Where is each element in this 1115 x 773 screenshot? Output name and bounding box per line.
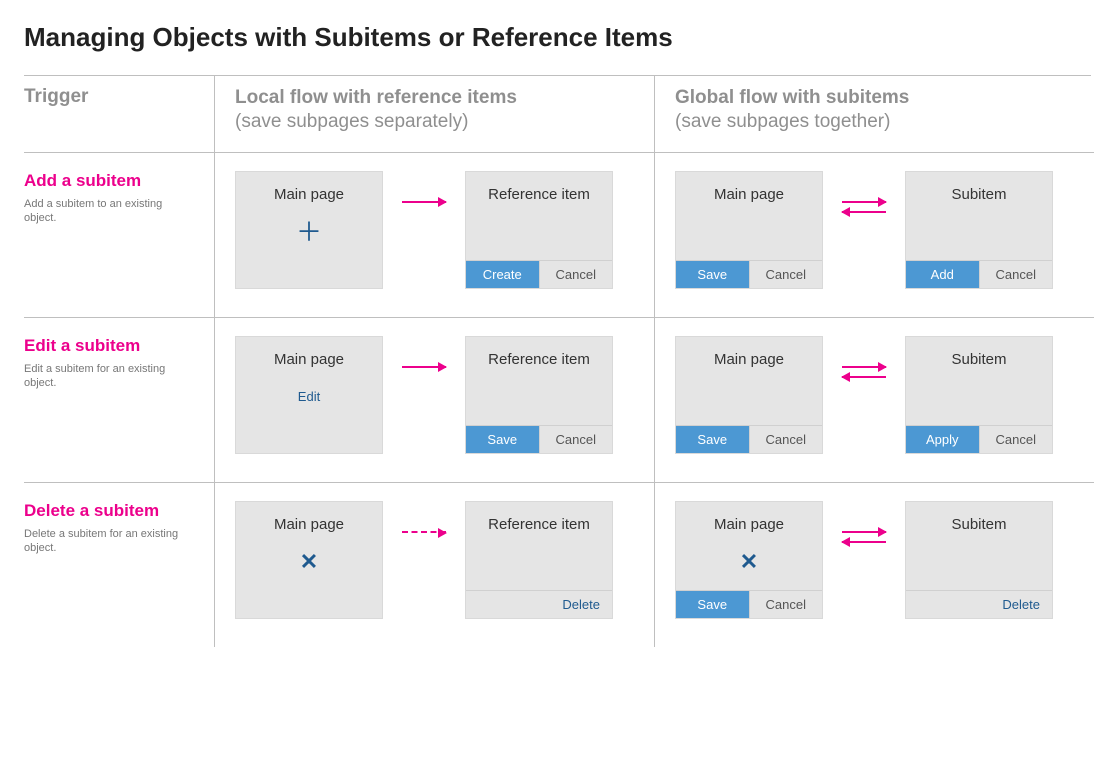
global-delete-cell: Main page ✕ Save Cancel Subitem Delete bbox=[654, 482, 1094, 647]
trigger-edit: Edit a subitem Edit a subitem for an exi… bbox=[24, 317, 214, 482]
card-subitem: Subitem Add Cancel bbox=[905, 171, 1053, 289]
close-icon[interactable]: ✕ bbox=[740, 551, 758, 573]
card-main-page: Main page ✕ bbox=[235, 501, 383, 619]
trigger-edit-desc: Edit a subitem for an existing object. bbox=[24, 362, 194, 392]
trigger-delete-desc: Delete a subitem for an existing object. bbox=[24, 527, 194, 557]
card-title: Main page bbox=[676, 172, 822, 204]
arrow-right-icon bbox=[402, 366, 446, 368]
col-header-local-title: Local flow with reference items bbox=[235, 87, 517, 108]
trigger-add-desc: Add a subitem to an existing object. bbox=[24, 197, 194, 227]
trigger-add: Add a subitem Add a subitem to an existi… bbox=[24, 152, 214, 317]
arrow-right bbox=[395, 171, 453, 203]
card-title: Reference item bbox=[466, 502, 612, 534]
arrow-right-icon bbox=[842, 201, 886, 203]
arrow-left-icon bbox=[842, 376, 886, 378]
save-button[interactable]: Save bbox=[676, 426, 749, 453]
arrow-bidirectional bbox=[835, 501, 893, 543]
plus-icon[interactable]: ＋ bbox=[296, 219, 322, 245]
card-reference-item: Reference item Delete bbox=[465, 501, 613, 619]
card-main-page: Main page Save Cancel bbox=[675, 336, 823, 454]
card-title: Subitem bbox=[906, 502, 1052, 534]
col-header-global: Global flow with subitems (save subpages… bbox=[654, 76, 1094, 152]
card-title: Subitem bbox=[906, 337, 1052, 369]
cancel-button[interactable]: Cancel bbox=[979, 426, 1053, 453]
col-header-global-title: Global flow with subitems bbox=[675, 87, 909, 108]
col-header-global-sub: (save subpages together) bbox=[675, 110, 1074, 134]
comparison-grid: Trigger Local flow with reference items … bbox=[24, 75, 1091, 647]
card-main-page: Main page Edit bbox=[235, 336, 383, 454]
card-main-page: Main page ＋ bbox=[235, 171, 383, 289]
cancel-button[interactable]: Cancel bbox=[979, 261, 1053, 288]
save-button[interactable]: Save bbox=[676, 261, 749, 288]
card-subitem: Subitem Delete bbox=[905, 501, 1053, 619]
card-title: Subitem bbox=[906, 172, 1052, 204]
global-add-cell: Main page Save Cancel Subitem Add Cancel bbox=[654, 152, 1094, 317]
card-title: Main page bbox=[676, 337, 822, 369]
trigger-edit-title: Edit a subitem bbox=[24, 336, 208, 356]
trigger-delete-title: Delete a subitem bbox=[24, 501, 208, 521]
card-title: Main page bbox=[676, 502, 822, 534]
trigger-delete: Delete a subitem Delete a subitem for an… bbox=[24, 482, 214, 647]
arrow-right bbox=[395, 336, 453, 368]
cancel-button[interactable]: Cancel bbox=[749, 426, 823, 453]
arrow-right-dashed-icon bbox=[402, 531, 446, 533]
card-title: Main page bbox=[236, 172, 382, 204]
arrow-right-icon bbox=[842, 531, 886, 533]
arrow-left-icon bbox=[842, 541, 886, 543]
cancel-button[interactable]: Cancel bbox=[539, 261, 613, 288]
arrow-bidirectional bbox=[835, 171, 893, 213]
cancel-button[interactable]: Cancel bbox=[749, 591, 823, 618]
cancel-button[interactable]: Cancel bbox=[749, 261, 823, 288]
card-title: Main page bbox=[236, 337, 382, 369]
arrow-right-dashed bbox=[395, 501, 453, 533]
col-header-trigger: Trigger bbox=[24, 76, 214, 152]
trigger-add-title: Add a subitem bbox=[24, 171, 208, 191]
card-main-page: Main page Save Cancel bbox=[675, 171, 823, 289]
global-edit-cell: Main page Save Cancel Subitem Apply Canc… bbox=[654, 317, 1094, 482]
card-title: Reference item bbox=[466, 337, 612, 369]
arrow-left-icon bbox=[842, 211, 886, 213]
save-button[interactable]: Save bbox=[676, 591, 749, 618]
local-delete-cell: Main page ✕ Reference item Delete bbox=[214, 482, 654, 647]
card-subitem: Subitem Apply Cancel bbox=[905, 336, 1053, 454]
local-edit-cell: Main page Edit Reference item Save Cance… bbox=[214, 317, 654, 482]
apply-button[interactable]: Apply bbox=[906, 426, 979, 453]
col-header-local-sub: (save subpages separately) bbox=[235, 110, 634, 134]
add-button[interactable]: Add bbox=[906, 261, 979, 288]
local-add-cell: Main page ＋ Reference item Create Cancel bbox=[214, 152, 654, 317]
col-header-local: Local flow with reference items (save su… bbox=[214, 76, 654, 152]
save-button[interactable]: Save bbox=[466, 426, 539, 453]
card-main-page: Main page ✕ Save Cancel bbox=[675, 501, 823, 619]
delete-link[interactable]: Delete bbox=[990, 591, 1052, 618]
card-title: Reference item bbox=[466, 172, 612, 204]
close-icon[interactable]: ✕ bbox=[300, 551, 318, 573]
arrow-bidirectional bbox=[835, 336, 893, 378]
page-title: Managing Objects with Subitems or Refere… bbox=[24, 22, 1091, 53]
create-button[interactable]: Create bbox=[466, 261, 539, 288]
arrow-right-icon bbox=[842, 366, 886, 368]
card-reference-item: Reference item Create Cancel bbox=[465, 171, 613, 289]
delete-link[interactable]: Delete bbox=[550, 591, 612, 618]
edit-link[interactable]: Edit bbox=[298, 389, 320, 404]
card-reference-item: Reference item Save Cancel bbox=[465, 336, 613, 454]
cancel-button[interactable]: Cancel bbox=[539, 426, 613, 453]
card-title: Main page bbox=[236, 502, 382, 534]
arrow-right-icon bbox=[402, 201, 446, 203]
